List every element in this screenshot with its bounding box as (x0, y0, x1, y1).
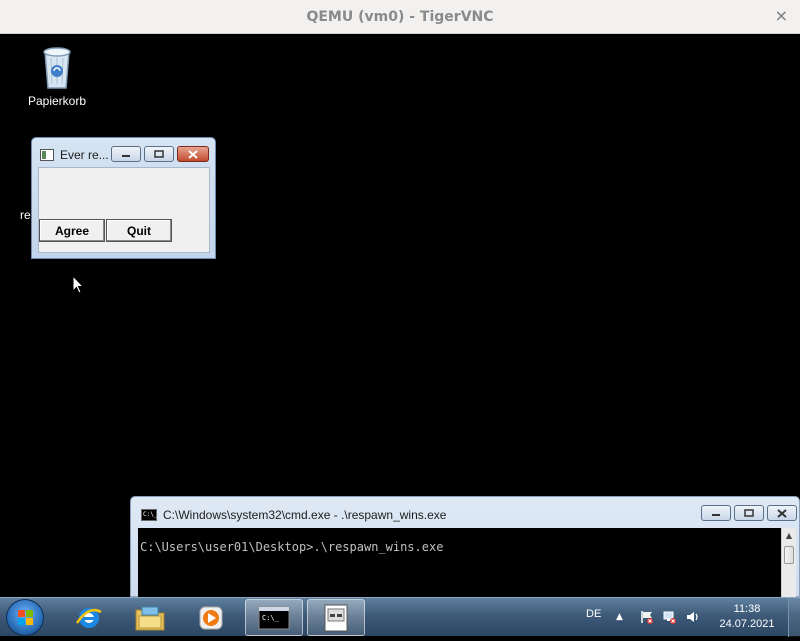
dialog-title: Ever re... (60, 148, 109, 162)
taskbar: C:\_ DE ▲ 11:38 24.07.2021 (0, 597, 800, 637)
dialog-titlebar[interactable]: Ever re... (40, 148, 109, 162)
cmd-window[interactable]: C:\_ C:\Windows\system32\cmd.exe - .\res… (130, 496, 800, 598)
explorer-folder-icon (135, 606, 165, 630)
network-icon[interactable] (663, 610, 677, 624)
cmd-window-title: C:\Windows\system32\cmd.exe - .\respawn_… (163, 508, 447, 522)
flag-icon[interactable] (640, 610, 654, 624)
cmd-close-button[interactable] (767, 505, 797, 521)
language-indicator[interactable]: DE (586, 608, 601, 620)
window-app-icon (40, 149, 54, 161)
vnc-titlebar: QEMU (vm0) - TigerVNC × (0, 0, 800, 34)
cmd-scrollbar[interactable]: ▲ (781, 528, 796, 598)
cmd-titlebar[interactable]: C:\_ C:\Windows\system32\cmd.exe - .\res… (141, 508, 446, 522)
cmd-maximize-button[interactable] (734, 505, 764, 521)
clock-time: 11:38 (733, 603, 761, 615)
minimize-icon (122, 155, 130, 157)
recycle-bin-icon (43, 47, 71, 89)
dialog-body: Agree Quit (38, 167, 210, 253)
cmd-icon: C:\_ (258, 606, 290, 629)
speaker-icon[interactable] (686, 610, 700, 624)
windows-start-orb-icon[interactable] (6, 599, 44, 636)
agree-button[interactable]: Agree (39, 219, 105, 242)
desktop[interactable]: Papierkorb re Ever re... Agree Quit C:\_… (0, 34, 800, 598)
maximize-icon (154, 150, 164, 158)
close-icon (777, 508, 787, 518)
scroll-thumb[interactable] (784, 546, 794, 564)
show-hidden-icons-arrow[interactable]: ▲ (616, 612, 623, 622)
minimize-icon (712, 514, 720, 516)
cmd-minimize-button[interactable] (701, 505, 731, 521)
internet-explorer-icon (75, 607, 102, 628)
minimize-button[interactable] (111, 146, 141, 162)
maximize-button[interactable] (144, 146, 174, 162)
cmd-icon: C:\_ (141, 509, 157, 521)
taskbar-dialog-app[interactable] (307, 599, 365, 636)
svg-text:C:\_: C:\_ (262, 614, 280, 622)
taskbar-internet-explorer[interactable] (60, 599, 118, 636)
clock-date: 24.07.2021 (719, 618, 775, 630)
taskbar-media-player[interactable] (182, 599, 240, 636)
scroll-up-arrow-icon[interactable]: ▲ (783, 530, 795, 542)
mouse-cursor-icon (72, 275, 84, 294)
windows-logo-icon (18, 610, 33, 625)
clock[interactable]: 11:38 24.07.2021 (714, 602, 780, 632)
partial-desktop-icon-label[interactable]: re (20, 208, 31, 222)
vnc-close-button[interactable]: × (775, 8, 788, 24)
recycle-bin-label: Papierkorb (27, 94, 87, 108)
window-app-icon (324, 604, 348, 631)
show-desktop-button[interactable] (788, 598, 800, 637)
close-icon (188, 149, 198, 159)
cmd-console[interactable]: C:\Users\user01\Desktop>.\respawn_wins.e… (138, 528, 781, 598)
cmd-output-line: C:\Users\user01\Desktop>.\respawn_wins.e… (140, 540, 444, 554)
media-player-icon (199, 606, 223, 629)
maximize-icon (744, 509, 754, 517)
taskbar-explorer[interactable] (121, 599, 179, 636)
recycle-bin[interactable]: Papierkorb (22, 44, 92, 108)
close-button[interactable] (177, 146, 209, 162)
ever-dialog-window[interactable]: Ever re... Agree Quit (31, 137, 216, 259)
vnc-window-title: QEMU (vm0) - TigerVNC (306, 8, 494, 25)
quit-button[interactable]: Quit (106, 219, 172, 242)
taskbar-cmd[interactable]: C:\_ (245, 599, 303, 636)
